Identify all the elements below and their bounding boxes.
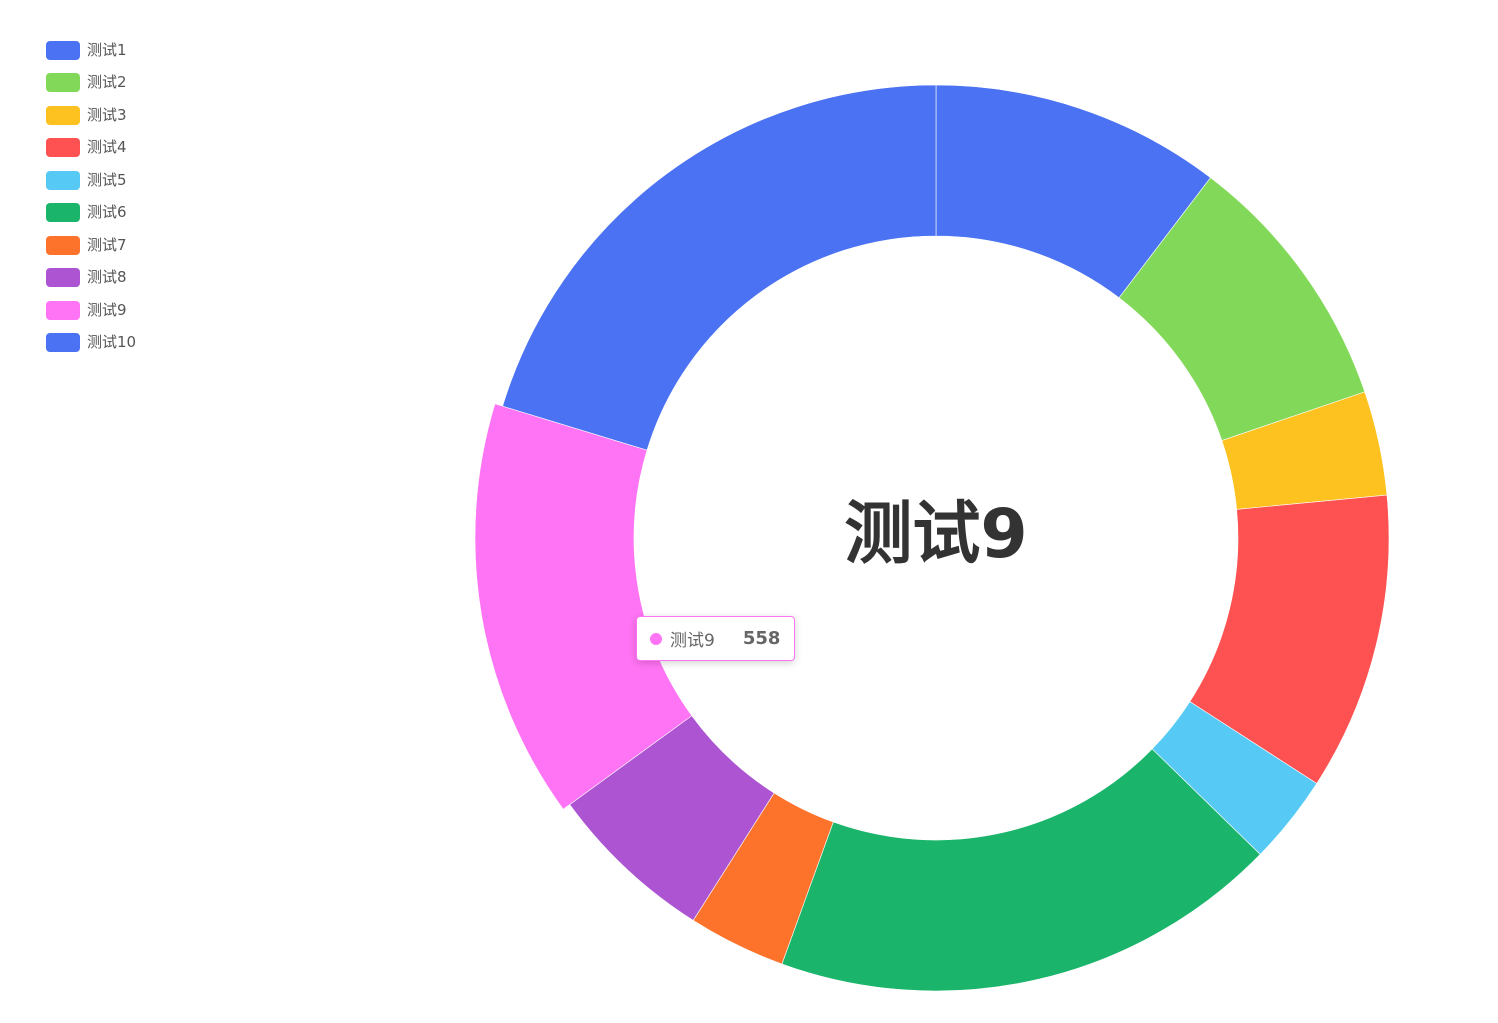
tooltip-value: 558 [742,628,781,649]
tooltip-marker [650,632,662,645]
tooltip-name: 测试9 [670,631,715,651]
center-label: 测试9 [844,495,1027,574]
donut-slice[interactable] [502,84,937,451]
donut-slice[interactable] [781,748,1261,992]
tooltip: 测试9 558 [636,616,796,661]
donut-chart: 测试9 [474,84,1390,992]
